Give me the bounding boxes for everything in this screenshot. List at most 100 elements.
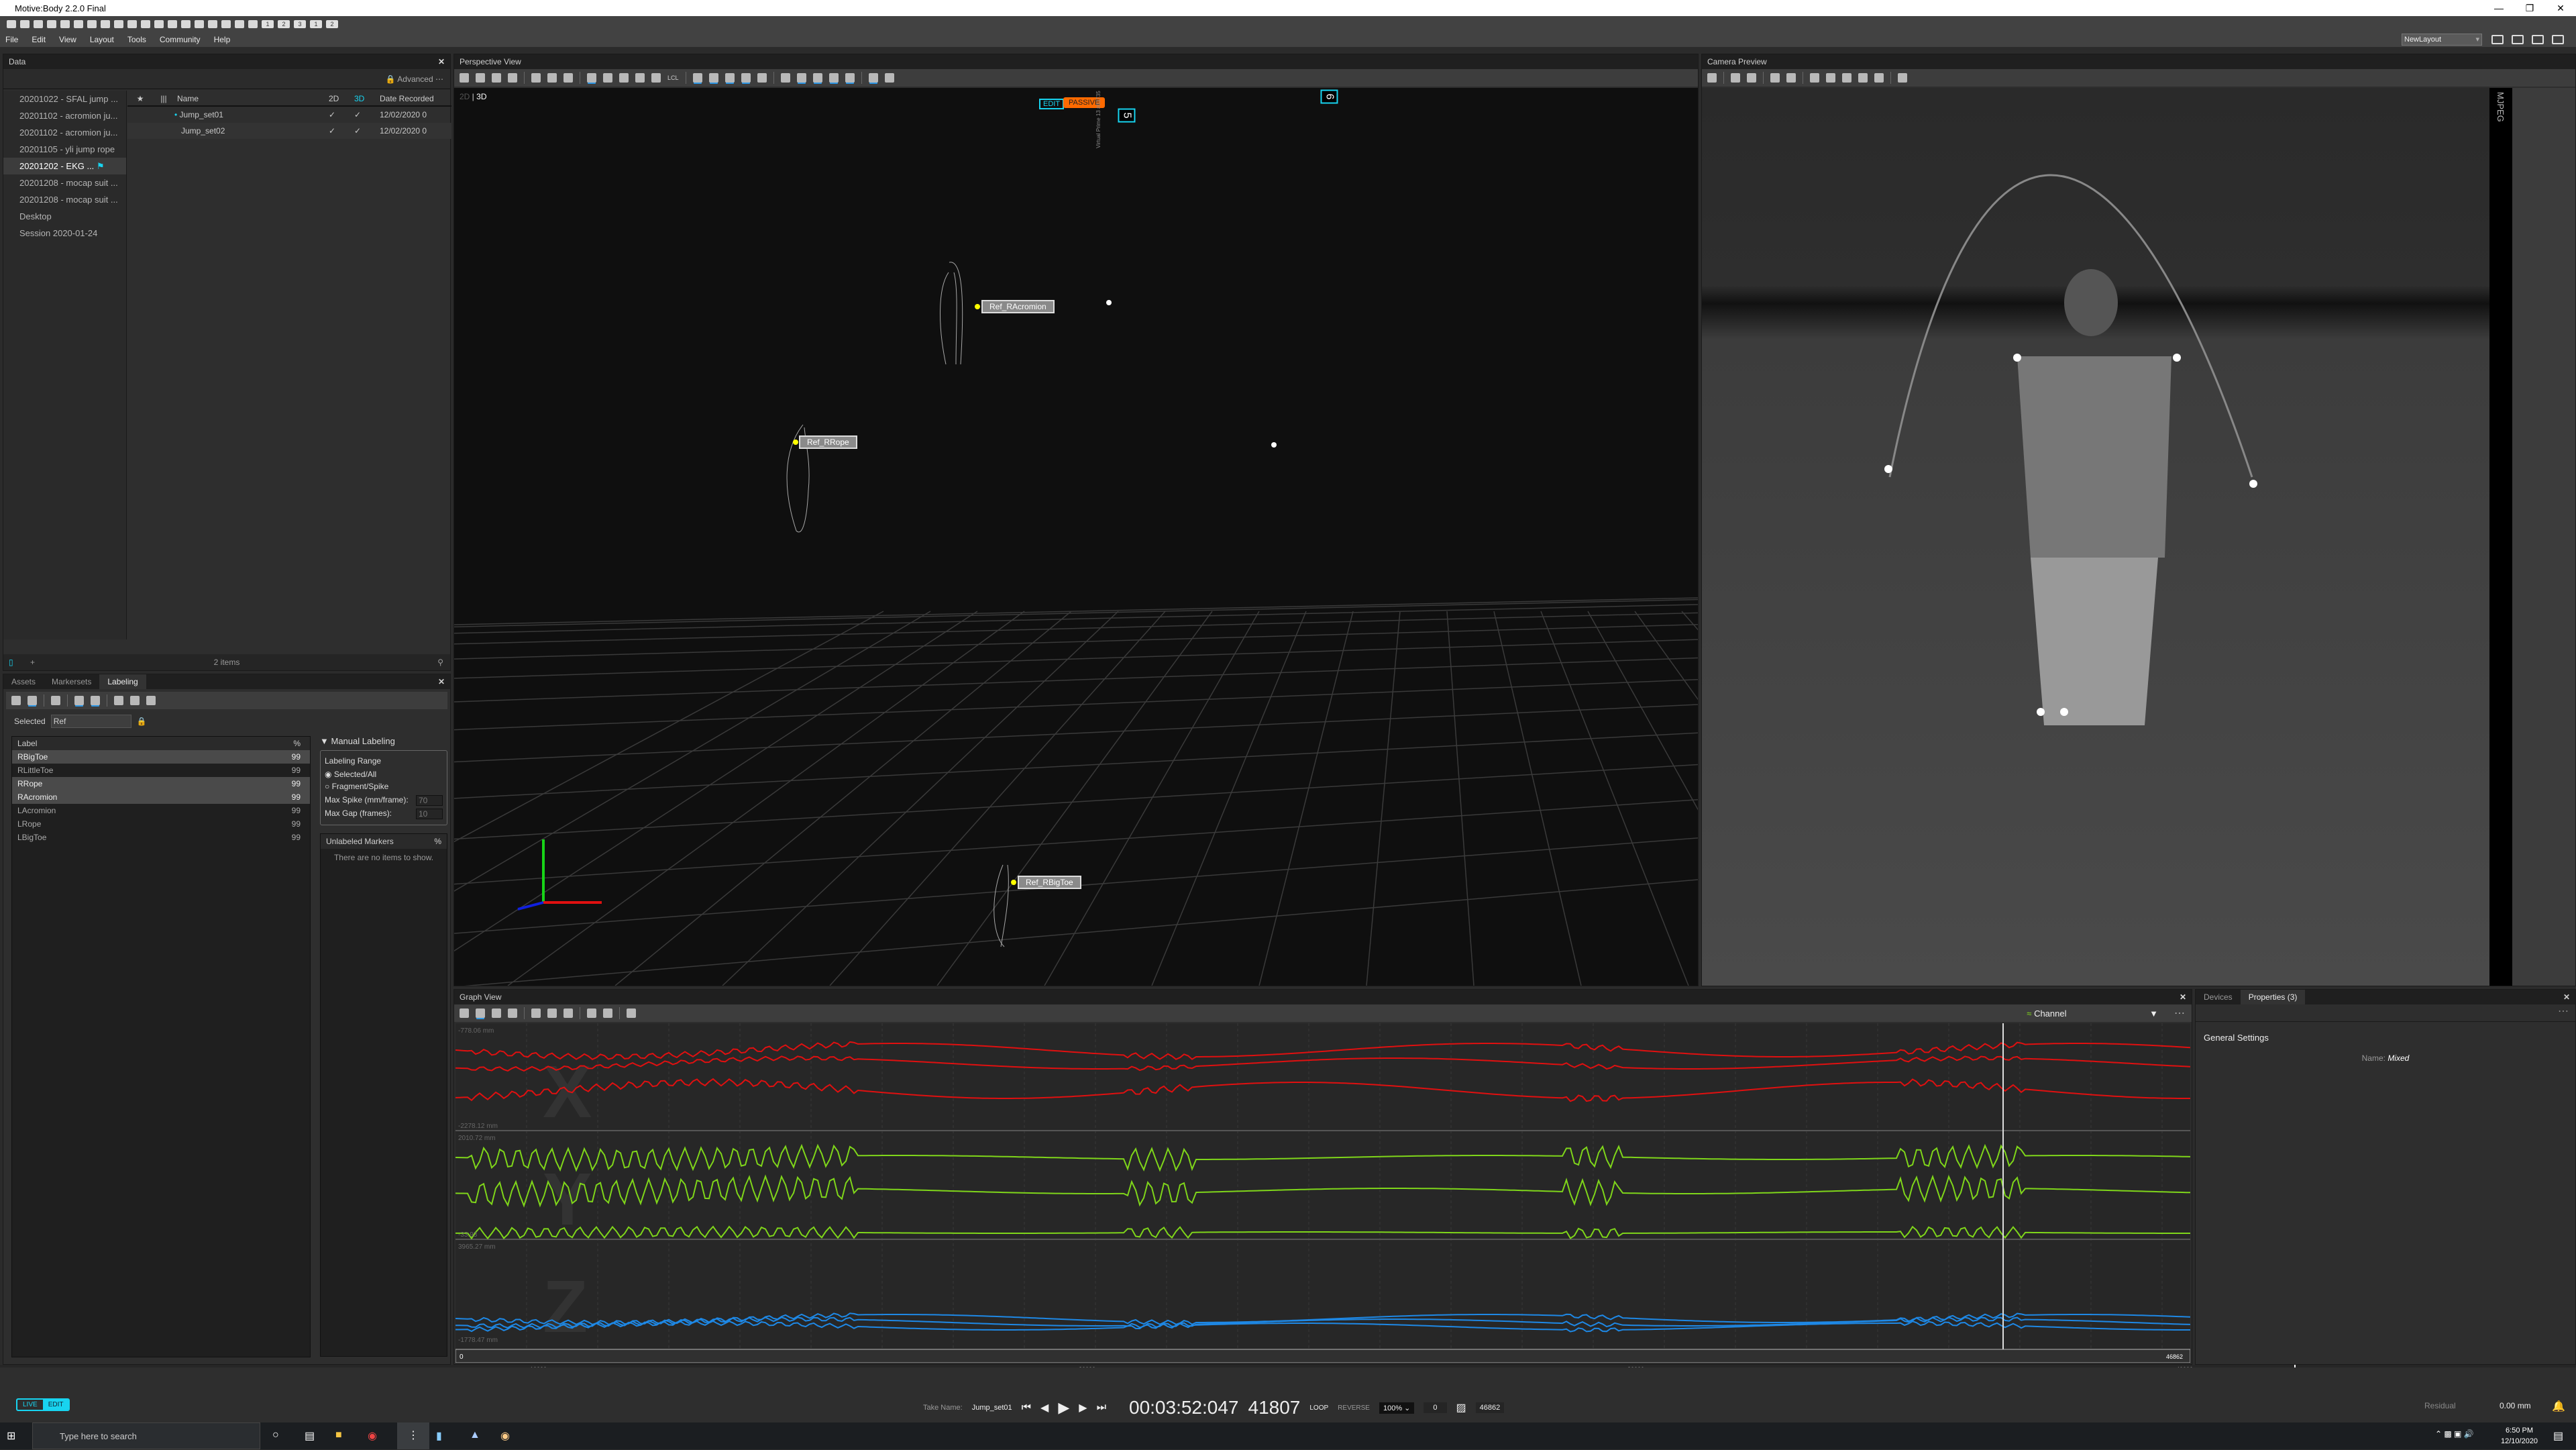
radio-fragment-spike[interactable]: ○ Fragment/Spike (325, 782, 443, 791)
tools-icon[interactable] (181, 20, 191, 28)
marker-label-rrope[interactable]: Ref_RRope (799, 435, 857, 449)
asset-settings-icon[interactable] (130, 696, 140, 705)
show-rigid-icon[interactable] (828, 73, 839, 83)
eye-icon[interactable] (1898, 73, 1907, 83)
session-item[interactable]: Desktop (3, 208, 126, 225)
unlabel-icon[interactable] (146, 696, 156, 705)
settings-icon[interactable] (47, 20, 56, 28)
graph1-icon[interactable] (208, 20, 217, 28)
lock-selection-icon[interactable] (627, 1008, 636, 1018)
file-explorer-icon[interactable]: ■ (335, 1429, 342, 1441)
unlabeled-marker[interactable] (1271, 442, 1277, 448)
list-item[interactable]: RBigToe 99 (12, 750, 310, 764)
reverse-toggle[interactable]: REVERSE (1338, 1404, 1370, 1412)
database-icon[interactable] (101, 20, 110, 28)
visibility-icon[interactable] (780, 73, 790, 83)
close-icon[interactable]: ✕ (2180, 990, 2186, 1004)
selected-dropdown[interactable]: Ref (50, 715, 131, 728)
settings-sliders-icon[interactable] (460, 1008, 469, 1018)
menu-help[interactable]: Help (214, 35, 231, 44)
list-item[interactable]: LRope 99 (12, 817, 310, 831)
maximize-button[interactable]: ❐ (2514, 0, 2545, 16)
rotate-icon[interactable] (619, 73, 629, 83)
session-item[interactable]: 20201208 - mocap suit ... (3, 191, 126, 208)
merge-icon[interactable] (587, 1008, 596, 1018)
broadcast-icon[interactable] (235, 20, 244, 28)
zoom-region-icon[interactable] (492, 1008, 501, 1018)
timeline-scrubber[interactable] (455, 1349, 2190, 1363)
layout-camera-icon[interactable] (2532, 35, 2544, 44)
max-gap-input[interactable]: 10 (416, 809, 443, 819)
list-settings-icon[interactable] (127, 20, 137, 28)
layout-edit-icon[interactable] (2552, 35, 2564, 44)
lock-icon[interactable]: 🔒 (137, 717, 147, 726)
tab-assets[interactable]: Assets (3, 674, 44, 689)
sidebar-toggle-icon[interactable]: ▯ (9, 654, 13, 670)
more-icon[interactable]: ⋯ (2174, 1006, 2185, 1020)
unlabeled-marker[interactable] (1106, 300, 1112, 305)
tab-labeling[interactable]: Labeling (99, 674, 146, 689)
split-icon[interactable] (603, 1008, 612, 1018)
zoom-region-icon[interactable] (547, 73, 557, 83)
name-value[interactable]: Mixed (2387, 1053, 2409, 1063)
select-rigid-icon[interactable] (724, 73, 735, 83)
marker-dot[interactable] (793, 439, 798, 445)
camera-6[interactable]: 6 (1320, 89, 1338, 104)
notifications-icon[interactable]: ▤ (2553, 1429, 2563, 1443)
more-icon[interactable]: ⋯ (435, 74, 443, 84)
minimize-button[interactable]: — (2483, 0, 2514, 16)
list-item[interactable]: RAcromion 99 (12, 790, 310, 804)
close-icon[interactable]: ✕ (438, 674, 450, 689)
session-item[interactable]: 20201105 - yli jump rope (3, 141, 126, 158)
tray-icons[interactable]: ⌃ ▩ ▣ 🔊 (2435, 1429, 2474, 1439)
filter-icon[interactable] (248, 20, 258, 28)
delete-icon[interactable] (531, 1008, 541, 1018)
cube-icon[interactable] (476, 73, 485, 83)
panel-icon[interactable] (60, 20, 70, 28)
eraser-icon[interactable] (1874, 73, 1884, 83)
menu-view[interactable]: View (59, 35, 76, 44)
marker-dot[interactable] (975, 304, 980, 309)
step-back-icon[interactable]: ◀ (1040, 1401, 1049, 1414)
lock-range-icon[interactable] (508, 1008, 517, 1018)
table-row[interactable]: Jump_set02 ✓ ✓ 12/02/2020 0 (127, 123, 451, 139)
calibration-icon[interactable] (114, 20, 123, 28)
layout-measure-icon[interactable] (2491, 35, 2504, 44)
step-forward-icon[interactable] (91, 696, 100, 705)
skeleton-edit-icon[interactable] (651, 73, 661, 83)
go-to-start-icon[interactable]: ⏮ (1022, 1402, 1031, 1414)
open-icon[interactable] (7, 20, 16, 28)
quick-label-icon[interactable] (11, 696, 21, 705)
select-marker-icon[interactable] (692, 73, 702, 83)
select-camera-icon[interactable] (708, 73, 718, 83)
menu-edit[interactable]: Edit (32, 35, 46, 44)
show-markers-icon[interactable] (796, 73, 806, 83)
end-frame-input[interactable]: 46862 (1475, 1402, 1505, 1413)
pen-icon[interactable] (564, 1008, 573, 1018)
list-item[interactable]: RLittleToe 99 (12, 764, 310, 777)
col-2d[interactable]: 2D (329, 91, 354, 105)
zoom-region-icon[interactable] (1731, 73, 1740, 83)
layout-2-button[interactable]: 2 (278, 20, 290, 28)
close-icon[interactable]: ✕ (2563, 990, 2575, 1004)
graph-canvas[interactable]: X Y Z -778.06 mm -2278.12 mm 2010.72 mm … (455, 1023, 2190, 1363)
channel-dropdown[interactable]: ≈ Channel ▼ (2027, 1008, 2158, 1019)
show-skeleton-icon[interactable] (845, 73, 855, 83)
chrome-icon[interactable]: ◉ (368, 1429, 377, 1443)
col-date[interactable]: Date Recorded (380, 91, 447, 105)
list-item[interactable]: LBigToe 99 (12, 831, 310, 844)
cortana-icon[interactable]: ○ (272, 1429, 279, 1441)
circle-icon[interactable] (1826, 73, 1835, 83)
bone-icon[interactable] (868, 73, 878, 83)
markers-icon[interactable] (168, 20, 177, 28)
select-other-icon[interactable] (757, 73, 767, 83)
motive-taskbar-icon[interactable]: ⋮ (397, 1422, 429, 1449)
col-3d[interactable]: 3D (354, 91, 380, 105)
app-icon[interactable]: ▮ (436, 1429, 442, 1443)
camera-viewport[interactable]: MJPEG (1702, 88, 2575, 986)
layout-select[interactable]: NewLayout ▾ (2402, 34, 2482, 46)
layout-1-button[interactable]: 1 (262, 20, 274, 28)
fit-height-icon[interactable] (476, 1008, 485, 1018)
table-row[interactable]: • Jump_set01 ✓ ✓ 12/02/2020 0 (127, 107, 451, 123)
task-view-icon[interactable]: ▤ (305, 1429, 315, 1443)
